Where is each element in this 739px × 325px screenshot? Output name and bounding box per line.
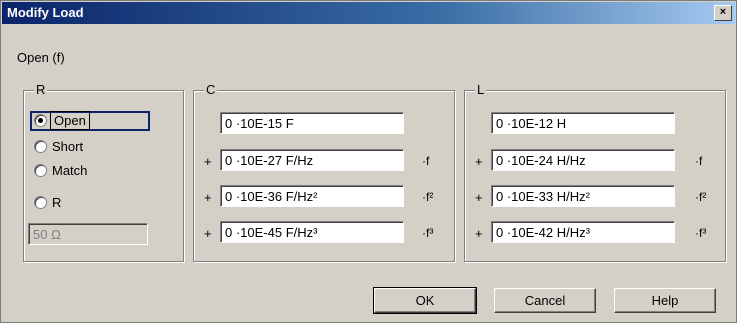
l0-input[interactable]: 0 ·10E-12 H [491,112,675,134]
l1-input[interactable]: 0 ·10E-24 H/Hz [491,149,675,171]
radio-open-indicator[interactable] [34,114,47,127]
radio-match[interactable]: Match [34,163,87,178]
radio-match-indicator[interactable] [34,164,47,177]
c3-suffix: ·f³ [422,226,434,240]
load-description: Open (f) [17,50,65,65]
radio-short[interactable]: Short [34,139,83,154]
c2-suffix: ·f² [422,190,434,204]
radio-open[interactable]: Open [34,111,90,130]
c2-plus: + [204,190,212,205]
c3-plus: + [204,226,212,241]
radio-r-indicator[interactable] [34,196,47,209]
c1-input[interactable]: 0 ·10E-27 F/Hz [220,149,404,171]
l-group: L 0 ·10E-12 H + 0 ·10E-24 H/Hz ·f + 0 ·1… [464,82,726,262]
cancel-button[interactable]: Cancel [494,288,596,313]
c0-input[interactable]: 0 ·10E-15 F [220,112,404,134]
l1-plus: + [475,154,483,169]
l3-suffix: ·f³ [695,226,707,240]
l-group-label: L [475,82,487,97]
title-bar[interactable]: Modify Load × [2,2,735,24]
modify-load-dialog: Modify Load × Open (f) R Open Short Matc… [0,0,737,323]
l3-input[interactable]: 0 ·10E-42 H/Hz³ [491,221,675,243]
c1-plus: + [204,154,212,169]
c3-input[interactable]: 0 ·10E-45 F/Hz³ [220,221,404,243]
c1-suffix: ·f [422,154,430,168]
c2-input[interactable]: 0 ·10E-36 F/Hz² [220,185,404,207]
c-group: C 0 ·10E-15 F + 0 ·10E-27 F/Hz ·f + 0 ·1… [193,82,455,262]
radio-short-indicator[interactable] [34,140,47,153]
radio-open-label: Open [50,111,90,130]
radio-r-label: R [52,195,62,210]
c-group-label: C [204,82,218,97]
radio-match-label: Match [52,163,88,178]
l3-plus: + [475,226,483,241]
l2-plus: + [475,190,483,205]
l2-input[interactable]: 0 ·10E-33 H/Hz² [491,185,675,207]
l2-suffix: ·f² [695,190,707,204]
r-group-label: R [34,82,48,97]
close-button[interactable]: × [714,5,732,21]
r-group: R Open Short Match R 50 Ω [23,82,184,262]
resistance-input[interactable]: 50 Ω [28,223,148,245]
radio-short-label: Short [52,139,84,154]
radio-r[interactable]: R [34,195,61,210]
dialog-title: Modify Load [7,5,84,20]
help-button[interactable]: Help [614,288,716,313]
ok-button[interactable]: OK [373,287,477,314]
l1-suffix: ·f [695,154,703,168]
